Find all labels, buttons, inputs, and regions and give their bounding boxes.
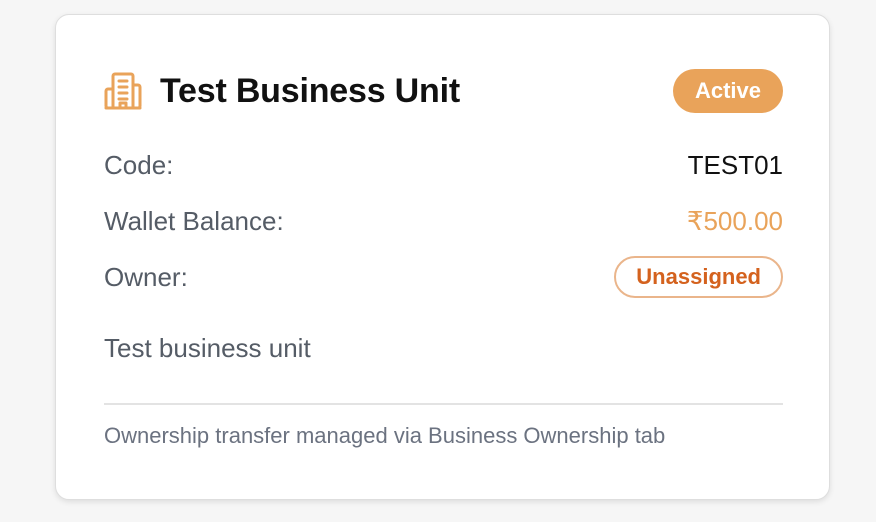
ownership-footnote: Ownership transfer managed via Business … bbox=[104, 423, 666, 448]
status-badge: Active bbox=[672, 69, 783, 113]
wallet-balance-value: ₹500.00 bbox=[686, 205, 783, 236]
owner-label: Owner: bbox=[104, 261, 188, 292]
title-group: Test Business Unit bbox=[104, 71, 460, 111]
code-value: TEST01 bbox=[687, 149, 783, 180]
code-row: Code: TEST01 bbox=[104, 145, 783, 185]
owner-row: Owner: Unassigned bbox=[104, 255, 783, 299]
card-description: Test business unit bbox=[104, 333, 311, 363]
owner-badge: Unassigned bbox=[614, 256, 783, 298]
building-icon bbox=[104, 71, 144, 111]
divider bbox=[104, 403, 783, 405]
business-unit-card: Test Business Unit Active Code: TEST01 W… bbox=[55, 14, 830, 500]
card-header: Test Business Unit Active bbox=[104, 69, 783, 113]
wallet-label: Wallet Balance: bbox=[104, 205, 284, 236]
code-label: Code: bbox=[104, 149, 174, 180]
card-title: Test Business Unit bbox=[160, 71, 460, 110]
wallet-row: Wallet Balance: ₹500.00 bbox=[104, 201, 783, 241]
